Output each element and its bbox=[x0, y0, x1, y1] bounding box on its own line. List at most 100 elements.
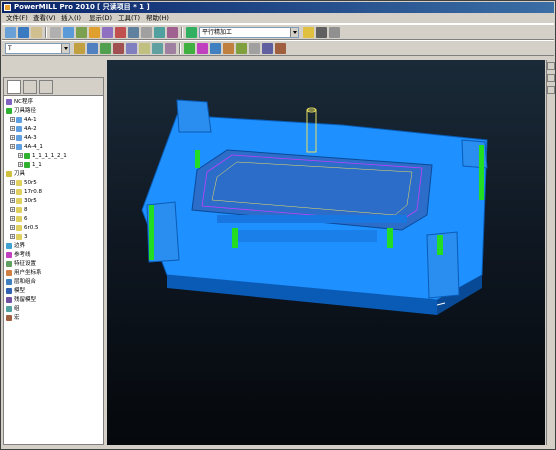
feeds-speeds-icon[interactable] bbox=[76, 27, 87, 38]
tree-item[interactable]: 边界 bbox=[6, 242, 25, 250]
expand-icon[interactable]: + bbox=[10, 117, 15, 122]
feature-tool-icon[interactable] bbox=[210, 43, 221, 54]
menu-help[interactable]: 帮助(H) bbox=[146, 13, 169, 24]
tree-item[interactable]: +6 bbox=[10, 215, 28, 223]
tool-ball-icon[interactable] bbox=[87, 43, 98, 54]
calculate-icon[interactable] bbox=[303, 27, 314, 38]
tree-item[interactable]: +30r5 bbox=[10, 197, 37, 205]
level-tool-icon[interactable] bbox=[236, 43, 247, 54]
tree-item[interactable]: 用户坐标系 bbox=[6, 269, 42, 277]
expand-icon[interactable]: + bbox=[10, 234, 15, 239]
rapid-move-icon[interactable] bbox=[63, 27, 74, 38]
start-point-icon[interactable] bbox=[102, 27, 113, 38]
collision-icon[interactable] bbox=[167, 27, 178, 38]
explorer-tab-icon[interactable] bbox=[7, 80, 21, 94]
macro-tool-icon[interactable] bbox=[275, 43, 286, 54]
expand-icon[interactable]: + bbox=[18, 162, 23, 167]
stock-model-tool-icon[interactable] bbox=[262, 43, 273, 54]
tree-item[interactable]: +8 bbox=[10, 206, 28, 214]
menu-insert[interactable]: 插入(I) bbox=[61, 13, 81, 24]
expand-icon[interactable]: + bbox=[10, 135, 15, 140]
expand-icon[interactable]: + bbox=[10, 207, 15, 212]
expand-icon[interactable]: + bbox=[10, 144, 15, 149]
tree-item[interactable]: +1_1_1_1_2_1 bbox=[18, 152, 67, 160]
tree-item[interactable]: 刀具 bbox=[6, 170, 25, 178]
tree-item-label: 用户坐标系 bbox=[14, 270, 42, 276]
axis-control-icon[interactable] bbox=[128, 27, 139, 38]
tree-item[interactable]: 残留模型 bbox=[6, 296, 36, 304]
tool-toolbar: T bbox=[2, 40, 554, 56]
explorer-panel: NC程序 刀具路径 +4A-1 +4A-2 +4A-3 +4A-4_1 +1_1_1_1_2… bbox=[3, 77, 104, 445]
tree-item[interactable]: 参考线 bbox=[6, 251, 31, 259]
menu-file[interactable]: 文件(F) bbox=[6, 13, 28, 24]
tree-item[interactable]: 层和组合 bbox=[6, 278, 36, 286]
strategy-icon[interactable] bbox=[186, 27, 197, 38]
leads-links-icon[interactable] bbox=[89, 27, 100, 38]
chevron-down-icon[interactable] bbox=[290, 28, 298, 37]
block-icon[interactable] bbox=[50, 27, 61, 38]
graphics-viewport[interactable] bbox=[107, 60, 545, 445]
tree-item[interactable]: 特征设置 bbox=[6, 260, 36, 268]
tool-tap-icon[interactable] bbox=[139, 43, 150, 54]
expand-icon[interactable]: + bbox=[10, 216, 15, 221]
tool-offcentre-icon[interactable] bbox=[165, 43, 176, 54]
toolpath-icon bbox=[24, 152, 30, 159]
tool-drill-icon[interactable] bbox=[126, 43, 137, 54]
end-point-icon[interactable] bbox=[115, 27, 126, 38]
tree-item[interactable]: +4A-1 bbox=[10, 116, 37, 124]
tree-item[interactable]: NC程序 bbox=[6, 98, 33, 106]
menu-display[interactable]: 显示(D) bbox=[89, 13, 112, 24]
save-icon[interactable] bbox=[18, 27, 29, 38]
tree-item[interactable]: +4A-2 bbox=[10, 125, 37, 133]
tool-icon bbox=[16, 224, 22, 231]
tree-item-label: 特征设置 bbox=[14, 261, 37, 267]
tree-item[interactable]: 刀具路径 bbox=[6, 107, 36, 115]
tree-item[interactable]: +6r0.5 bbox=[10, 224, 39, 232]
tool-create-icon[interactable] bbox=[74, 43, 85, 54]
tree-item[interactable]: +3 bbox=[10, 233, 28, 241]
pattern-tool-icon[interactable] bbox=[197, 43, 208, 54]
open-icon[interactable] bbox=[5, 27, 16, 38]
boss-back-left bbox=[176, 99, 212, 133]
tool-tip-icon[interactable] bbox=[100, 43, 111, 54]
tool-form-icon[interactable] bbox=[152, 43, 163, 54]
title-bar[interactable]: PowerMILL Pro 2010 [ 只读项目 * 1 ] bbox=[2, 2, 554, 13]
green-face-2 bbox=[479, 145, 484, 200]
tree-item[interactable]: +1_1 bbox=[18, 161, 42, 169]
stock-model-icon bbox=[6, 296, 12, 303]
menu-tools[interactable]: 工具(T) bbox=[118, 13, 140, 24]
expand-icon[interactable]: + bbox=[10, 180, 15, 185]
nc-output-icon[interactable] bbox=[316, 27, 327, 38]
menu-view[interactable]: 查看(V) bbox=[33, 13, 56, 24]
tree-item-label: 8 bbox=[24, 207, 28, 213]
verification-icon[interactable] bbox=[154, 27, 165, 38]
view-iso-icon[interactable] bbox=[547, 62, 555, 70]
expand-icon[interactable]: + bbox=[18, 153, 23, 158]
tree-item[interactable]: 宏 bbox=[6, 314, 20, 322]
view-top-icon[interactable] bbox=[547, 74, 555, 82]
print-icon[interactable] bbox=[31, 27, 42, 38]
expand-icon[interactable]: + bbox=[10, 225, 15, 230]
expand-icon[interactable]: + bbox=[10, 198, 15, 203]
setup-icon[interactable] bbox=[329, 27, 340, 38]
boundary-tool-icon[interactable] bbox=[184, 43, 195, 54]
view-front-icon[interactable] bbox=[547, 86, 555, 94]
recycle-bin-tab-icon[interactable] bbox=[39, 80, 53, 94]
tree-item[interactable]: +4A-3 bbox=[10, 134, 37, 142]
tool-combo[interactable]: T bbox=[5, 43, 70, 54]
expand-icon[interactable]: + bbox=[10, 126, 15, 131]
tree-item[interactable]: +50r5 bbox=[10, 179, 37, 187]
tree-item[interactable]: +4A-4_1 bbox=[10, 143, 43, 151]
toolpath-icon bbox=[16, 134, 22, 141]
toolpath-stats-icon[interactable] bbox=[141, 27, 152, 38]
tree-item[interactable]: +17r0.8 bbox=[10, 188, 42, 196]
workplane-tool-icon[interactable] bbox=[223, 43, 234, 54]
chevron-down-icon[interactable] bbox=[61, 44, 69, 53]
strategy-combo[interactable]: 平行精加工 bbox=[199, 27, 299, 38]
html-browser-tab-icon[interactable] bbox=[23, 80, 37, 94]
expand-icon[interactable]: + bbox=[10, 189, 15, 194]
tree-item[interactable]: 模型 bbox=[6, 287, 25, 295]
tool-taper-icon[interactable] bbox=[113, 43, 124, 54]
tree-item[interactable]: 组 bbox=[6, 305, 20, 313]
model-tool-icon[interactable] bbox=[249, 43, 260, 54]
